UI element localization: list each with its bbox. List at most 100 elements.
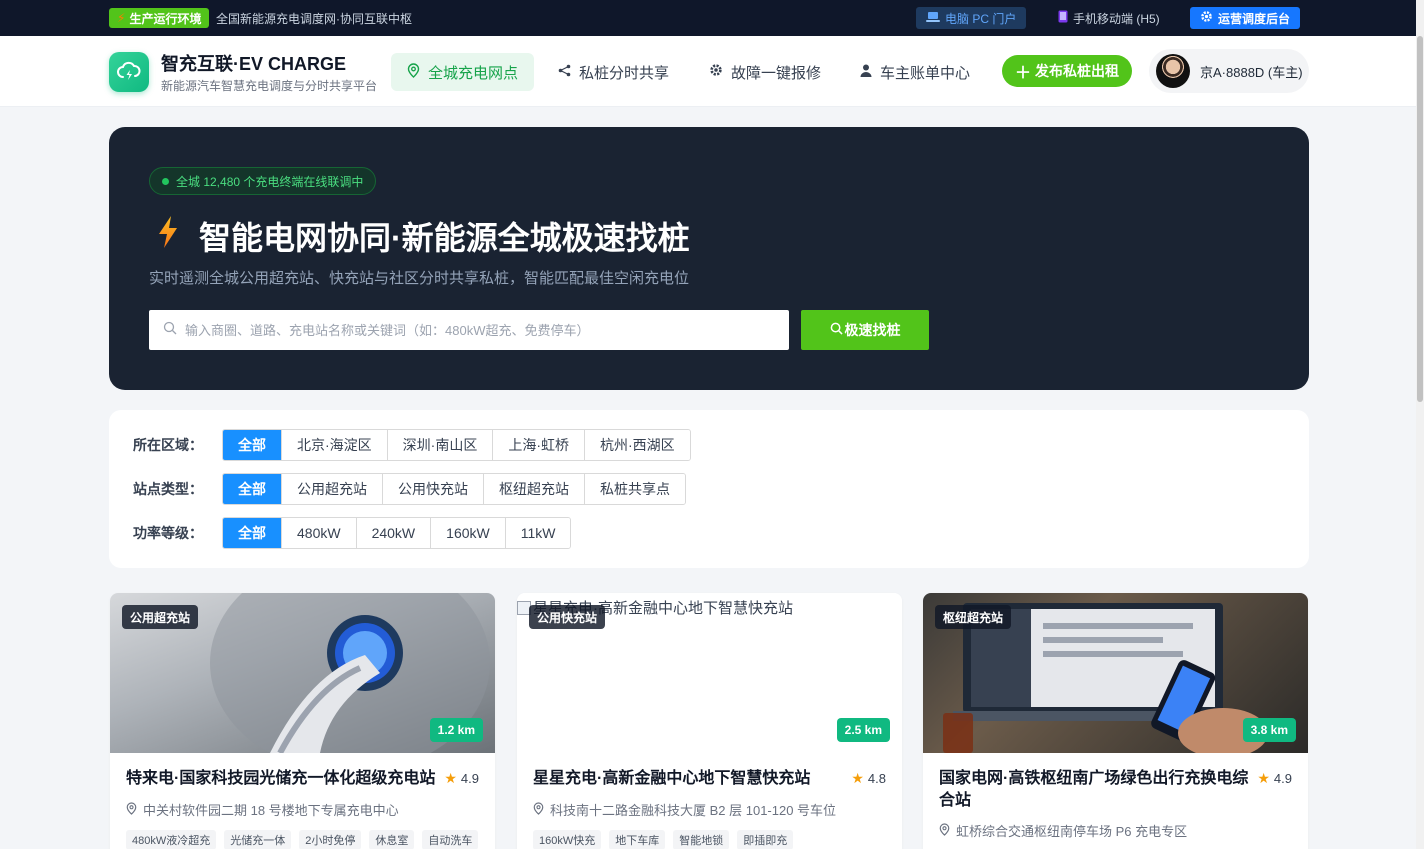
admin-label: 运营调度后台: [1218, 11, 1291, 26]
station-name[interactable]: 星星充电·高新金融中心地下智慧快充站: [533, 768, 843, 790]
station-address: 科技南十二路金融科技大厦 B2 层 101-120 号车位: [533, 800, 836, 819]
user-profile[interactable]: 京A·8888D (车主): [1149, 49, 1309, 93]
feature-chip: 光储充一体: [224, 830, 292, 849]
hero-description: 实时遥测全城公用超充站、快充站与社区分时共享私桩，智能匹配最佳空闲充电位: [149, 270, 690, 287]
share-icon: [558, 64, 571, 81]
filter-option[interactable]: 160kW: [430, 518, 505, 548]
filter-option[interactable]: 480kW: [281, 518, 356, 548]
feature-chip: 休息室: [369, 830, 415, 849]
power-options: 全部 480kW 240kW 160kW 11kW: [222, 517, 572, 549]
station-card[interactable]: 公用超充站 1.2 km 特来电·国家科技园光储充一体化超级充电站 ★ 4.9 …: [110, 593, 495, 849]
main-header: 智充互联·EV CHARGE 新能源汽车智慧充电调度与分时共享平台 全城充电网点…: [0, 36, 1416, 107]
location-icon: [126, 801, 137, 818]
region-options: 全部 北京·海淀区 深圳·南山区 上海·虹桥 杭州·西湖区: [222, 429, 691, 461]
feature-chip: 160kW快充: [533, 830, 602, 849]
publish-button[interactable]: ＋ 发布私桩出租: [1002, 55, 1132, 87]
rating-value: 4.9: [1273, 771, 1292, 786]
type-options: 全部 公用超充站 公用快充站 枢纽超充站 私桩共享点: [222, 473, 686, 505]
station-type-tag: 枢纽超充站: [935, 605, 1012, 629]
page-scrollbar[interactable]: [1416, 0, 1424, 849]
filter-option[interactable]: 深圳·南山区: [386, 430, 493, 460]
user-icon: [860, 64, 872, 81]
filter-option[interactable]: 公用超充站: [281, 474, 382, 504]
gear-icon: [1200, 10, 1213, 26]
station-address: 中关村软件园二期 18 号楼地下专属充电中心: [126, 800, 399, 819]
hero-banner: 全城 12,480 个充电终端在线联调中 智能电网协同·新能源全城极速找桩 实时…: [109, 127, 1309, 390]
nav-label: 车主账单中心: [880, 64, 971, 82]
filter-option[interactable]: 公用快充站: [382, 474, 483, 504]
env-badge: ⚡ 生产运行环境: [109, 8, 210, 28]
station-card[interactable]: 枢纽超充站 3.8 km 国家电网·高铁枢纽南广场绿色出行充换电综合站 ★ 4.…: [923, 593, 1308, 849]
filter-row-power: 功率等级： 全部 480kW 240kW 160kW 11kW: [133, 517, 572, 549]
station-photo: 公用超充站 1.2 km: [110, 593, 495, 753]
filter-row-type: 站点类型： 全部 公用超充站 公用快充站 枢纽超充站 私桩共享点: [133, 473, 686, 505]
search-button-label: 极速找桩: [844, 322, 901, 338]
feature-chip: 地下车库: [609, 830, 666, 849]
h5-link[interactable]: 手机移动端 (H5): [1048, 7, 1170, 29]
hero-title: 智能电网协同·新能源全城极速找桩: [157, 213, 690, 259]
brand-title[interactable]: 智充互联·EV CHARGE: [161, 50, 346, 76]
bolt-icon: ⚡: [117, 11, 126, 25]
top-description: 全国新能源充电调度网·协同互联中枢: [216, 12, 412, 26]
filter-option[interactable]: 北京·海淀区: [281, 430, 387, 460]
search-input[interactable]: [185, 322, 789, 338]
nav-private-share[interactable]: 私桩分时共享: [542, 53, 685, 91]
filter-option[interactable]: 全部: [223, 430, 281, 460]
bolt-icon: [157, 215, 179, 257]
address-text: 虹桥综合交通枢纽南停车场 P6 充电专区: [956, 824, 1188, 839]
status-text: 全城 12,480 个充电终端在线联调中: [176, 174, 364, 189]
filter-option[interactable]: 枢纽超充站: [483, 474, 584, 504]
filter-option[interactable]: 全部: [223, 474, 281, 504]
rating-value: 4.9: [460, 771, 479, 786]
search-icon: [163, 321, 177, 340]
feature-chip: 480kW液冷超充: [126, 830, 217, 849]
location-icon: [407, 62, 420, 82]
station-rating: ★ 4.9: [1257, 770, 1292, 787]
gear-icon: [709, 63, 723, 81]
filter-option[interactable]: 私桩共享点: [584, 474, 685, 504]
user-name: 京A·8888D (车主): [1200, 64, 1303, 80]
search-box[interactable]: [149, 310, 789, 350]
distance-badge: 3.8 km: [1242, 718, 1296, 742]
filter-label: 功率等级：: [133, 525, 203, 541]
cloud-bolt-logo-icon[interactable]: [109, 52, 149, 92]
distance-badge: 2.5 km: [836, 718, 890, 742]
address-text: 科技南十二路金融科技大厦 B2 层 101-120 号车位: [550, 803, 837, 818]
nav-charging-stations[interactable]: 全城充电网点: [391, 53, 535, 91]
laptop-icon: [926, 11, 940, 26]
pc-portal-label: 电脑 PC 门户: [945, 11, 1017, 26]
station-type-tag: 公用超充站: [122, 605, 199, 629]
address-text: 中关村软件园二期 18 号楼地下专属充电中心: [143, 803, 399, 818]
station-type-tag: 公用快充站: [529, 605, 606, 629]
filter-option[interactable]: 杭州·西湖区: [584, 430, 690, 460]
nav-billing[interactable]: 车主账单中心: [844, 53, 986, 91]
plus-icon: ＋: [1014, 65, 1031, 82]
admin-button[interactable]: 运营调度后台: [1190, 7, 1301, 29]
top-bar: ⚡ 生产运行环境 全国新能源充电调度网·协同互联中枢 电脑 PC 门户 手机移动…: [0, 0, 1416, 36]
feature-chip: 自动洗车: [422, 830, 479, 849]
nav-label: 故障一键报修: [731, 64, 822, 82]
station-name[interactable]: 特来电·国家科技园光储充一体化超级充电站: [126, 768, 436, 790]
star-icon: ★: [444, 770, 457, 786]
scrollbar-thumb[interactable]: [1417, 36, 1423, 402]
search-button[interactable]: 极速找桩: [801, 310, 929, 350]
hero-title-text: 智能电网协同·新能源全城极速找桩: [199, 220, 690, 256]
station-name[interactable]: 国家电网·高铁枢纽南广场绿色出行充换电综合站: [939, 768, 1249, 812]
nav-label: 全城充电网点: [428, 64, 519, 82]
h5-label: 手机移动端 (H5): [1073, 11, 1160, 26]
filter-option[interactable]: 全部: [223, 518, 281, 548]
avatar: [1156, 54, 1190, 88]
feature-chip: 智能地锁: [673, 830, 730, 849]
phone-icon: [1058, 10, 1068, 26]
star-icon: ★: [1257, 770, 1270, 786]
search-icon: [830, 322, 843, 338]
nav-repair[interactable]: 故障一键报修: [693, 53, 837, 91]
filter-row-region: 所在区域： 全部 北京·海淀区 深圳·南山区 上海·虹桥 杭州·西湖区: [133, 429, 691, 461]
brand-subtitle: 新能源汽车智慧充电调度与分时共享平台: [161, 79, 378, 93]
location-icon: [533, 801, 544, 818]
filter-option[interactable]: 11kW: [504, 518, 571, 548]
station-card[interactable]: 星星充电·高新金融中心地下智慧快充站 公用快充站 2.5 km 星星充电·高新金…: [517, 593, 902, 849]
filter-option[interactable]: 240kW: [355, 518, 431, 548]
pc-portal-link[interactable]: 电脑 PC 门户: [916, 7, 1027, 29]
filter-option[interactable]: 上海·虹桥: [492, 430, 585, 460]
